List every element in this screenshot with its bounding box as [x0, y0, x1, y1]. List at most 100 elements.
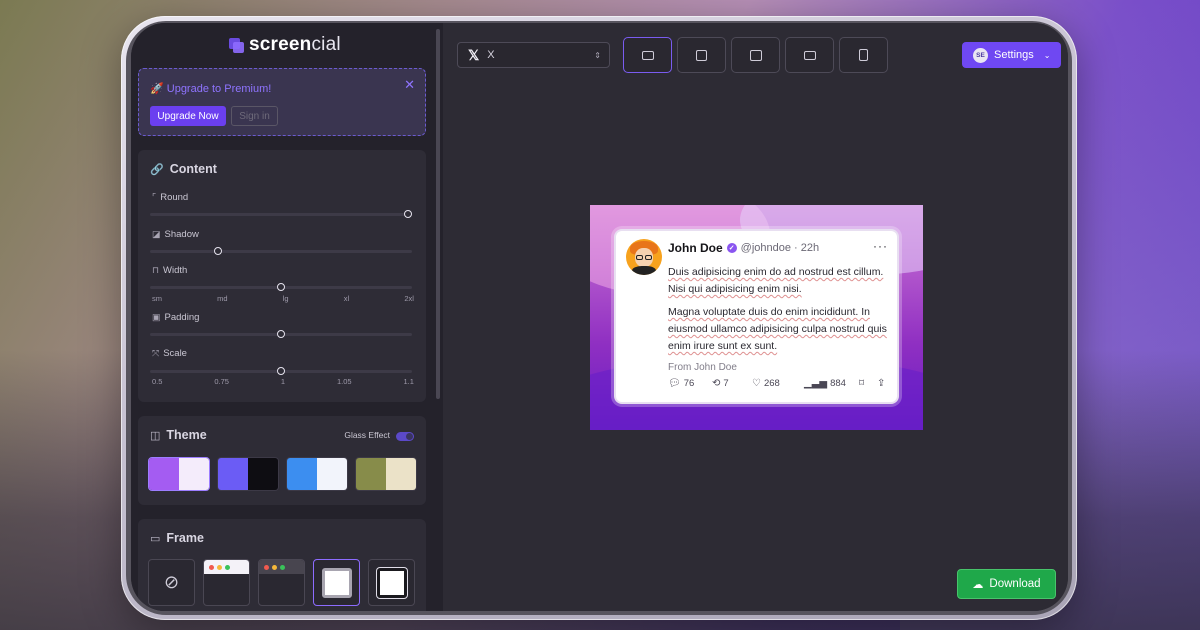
shadow-slider-knob[interactable] [213, 247, 222, 255]
frame-solid-border-option[interactable] [313, 559, 360, 606]
app-window: screencial 🚀 Upgrade to Premium! ✕ Upgra… [131, 23, 1068, 611]
scale-slider-knob[interactable] [277, 367, 285, 375]
theme-swatch[interactable] [355, 457, 417, 491]
scale-label: ⤧ Scale [152, 348, 187, 359]
like-action[interactable]: ♡ 268 [752, 378, 780, 389]
theme-swatch[interactable] [148, 457, 210, 491]
download-button[interactable]: ☁ Download [957, 569, 1056, 599]
tick: 2xl [404, 294, 414, 303]
logo-icon [229, 37, 244, 53]
tick: xl [343, 294, 350, 303]
premium-title: 🚀 Upgrade to Premium! [150, 83, 272, 95]
scale-ticks: 0.5 0.75 1 1.05 1.1 [152, 377, 414, 386]
chevron-down-icon: ⌄ [1043, 50, 1051, 60]
avatar: SE [973, 47, 988, 63]
more-icon[interactable]: ··· [873, 239, 888, 253]
shadow-slider[interactable] [150, 247, 412, 255]
bar-chart-icon: ▁▃▅ [804, 378, 828, 389]
tick: 1.1 [403, 377, 414, 386]
tick: 1.05 [336, 377, 352, 386]
padding-slider[interactable] [150, 330, 412, 338]
tweet-from: From John Doe [668, 362, 737, 373]
logo: screencial [229, 34, 341, 56]
width-slider[interactable] [150, 283, 412, 291]
platform-select-value: X [487, 49, 495, 61]
width-label: ⊓ Width [152, 265, 188, 276]
tick: 1 [280, 377, 286, 386]
x-logo-icon: 𝕏 [468, 46, 480, 63]
sidebar-scrollbar[interactable] [436, 29, 440, 399]
tweet-card: John Doe ✓ @johndoe · 22h ··· Duis adipi… [614, 229, 899, 404]
tick: lg [282, 294, 289, 303]
platform-select[interactable]: 𝕏 X ⇕ [457, 42, 610, 68]
theme-panel-title: ◫ Theme [150, 428, 207, 442]
square-icon [696, 49, 707, 61]
reply-action[interactable]: 💬︎ 76 [668, 378, 694, 389]
theme-title-label: Theme [166, 428, 207, 442]
close-icon[interactable]: ✕ [404, 77, 415, 93]
frame-thick-border-option[interactable] [368, 559, 415, 606]
avatar [626, 239, 662, 275]
logo-text-bold: screen [249, 34, 312, 55]
theme-swatch[interactable] [217, 457, 279, 491]
padding-icon: ▣ [152, 312, 161, 322]
author-handle: @johndoe · 22h [740, 242, 820, 254]
download-label: Download [989, 578, 1041, 590]
settings-button[interactable]: SE Settings ⌄ [962, 42, 1061, 68]
glass-effect-toggle[interactable] [396, 432, 414, 441]
bookmark-icon: ⌑ [859, 378, 865, 389]
retweet-action[interactable]: ⟲ 7 [712, 378, 729, 389]
glass-effect-label: Glass Effect [344, 430, 390, 440]
logo-text-rest: cial [311, 34, 341, 55]
editor-area: 𝕏 X ⇕ SE Settings ⌄ John Doe ✓ @johndoe … [443, 23, 1068, 611]
frame-panel-title: ▭ Frame [150, 531, 204, 545]
width-slider-knob[interactable] [277, 283, 285, 291]
ratio-wide-button[interactable] [785, 37, 834, 73]
sign-in-button[interactable]: Sign in [231, 106, 278, 126]
width-icon: ⊓ [152, 265, 160, 275]
content-panel: 🔗 Content ⌜ Round ◪ Shadow ⊓ Width sm md… [138, 150, 426, 402]
author-name: John Doe [668, 241, 723, 255]
shadow-icon: ◪ [152, 229, 161, 239]
round-slider-knob[interactable] [404, 210, 412, 218]
link-icon: 🔗 [150, 163, 164, 176]
tick: sm [152, 294, 162, 303]
custom-ratio-icon [749, 49, 762, 61]
round-slider[interactable] [150, 210, 412, 218]
frame-dark-window-option[interactable] [258, 559, 305, 606]
padding-label: ▣ Padding [152, 312, 200, 323]
no-frame-icon: ⊘ [163, 572, 180, 592]
frame-icon: ▭ [150, 532, 161, 545]
padding-slider-knob[interactable] [277, 330, 285, 338]
landscape-icon [641, 50, 654, 60]
shadow-label: ◪ Shadow [152, 229, 199, 240]
verified-icon: ✓ [726, 243, 737, 253]
upgrade-now-button[interactable]: Upgrade Now [150, 106, 226, 126]
share-icon: ⇪ [877, 378, 886, 389]
reply-icon: 💬︎ [668, 378, 681, 389]
tweet-author: John Doe ✓ @johndoe · 22h [668, 241, 819, 255]
sidebar: screencial 🚀 Upgrade to Premium! ✕ Upgra… [131, 23, 443, 611]
frame-none-option[interactable]: ⊘ [148, 559, 195, 606]
portrait-icon [859, 49, 868, 61]
tweet-paragraph-2: Magna voluptate duis do enim incididunt.… [668, 306, 887, 352]
scale-slider[interactable] [150, 367, 412, 375]
wide-icon [803, 50, 816, 60]
ratio-custom-button[interactable] [731, 37, 780, 73]
theme-swatch[interactable] [286, 457, 348, 491]
palette-icon: ◫ [150, 429, 161, 442]
ratio-portrait-button[interactable] [839, 37, 888, 73]
views-action[interactable]: ▁▃▅ 884 [804, 378, 846, 389]
frame-panel: ▭ Frame ⊘ [138, 519, 426, 611]
tick: md [217, 294, 228, 303]
width-ticks: sm md lg xl 2xl [152, 294, 414, 303]
ratio-square-button[interactable] [677, 37, 726, 73]
preview-canvas: John Doe ✓ @johndoe · 22h ··· Duis adipi… [590, 205, 923, 430]
bookmark-action[interactable]: ⌑ [859, 378, 864, 389]
ratio-landscape-button[interactable] [623, 37, 672, 73]
tick: 0.5 [152, 377, 163, 386]
share-action[interactable]: ⇪ [877, 378, 885, 389]
frame-light-window-option[interactable] [203, 559, 250, 606]
content-title-label: Content [169, 162, 217, 176]
frame-title-label: Frame [166, 531, 204, 545]
